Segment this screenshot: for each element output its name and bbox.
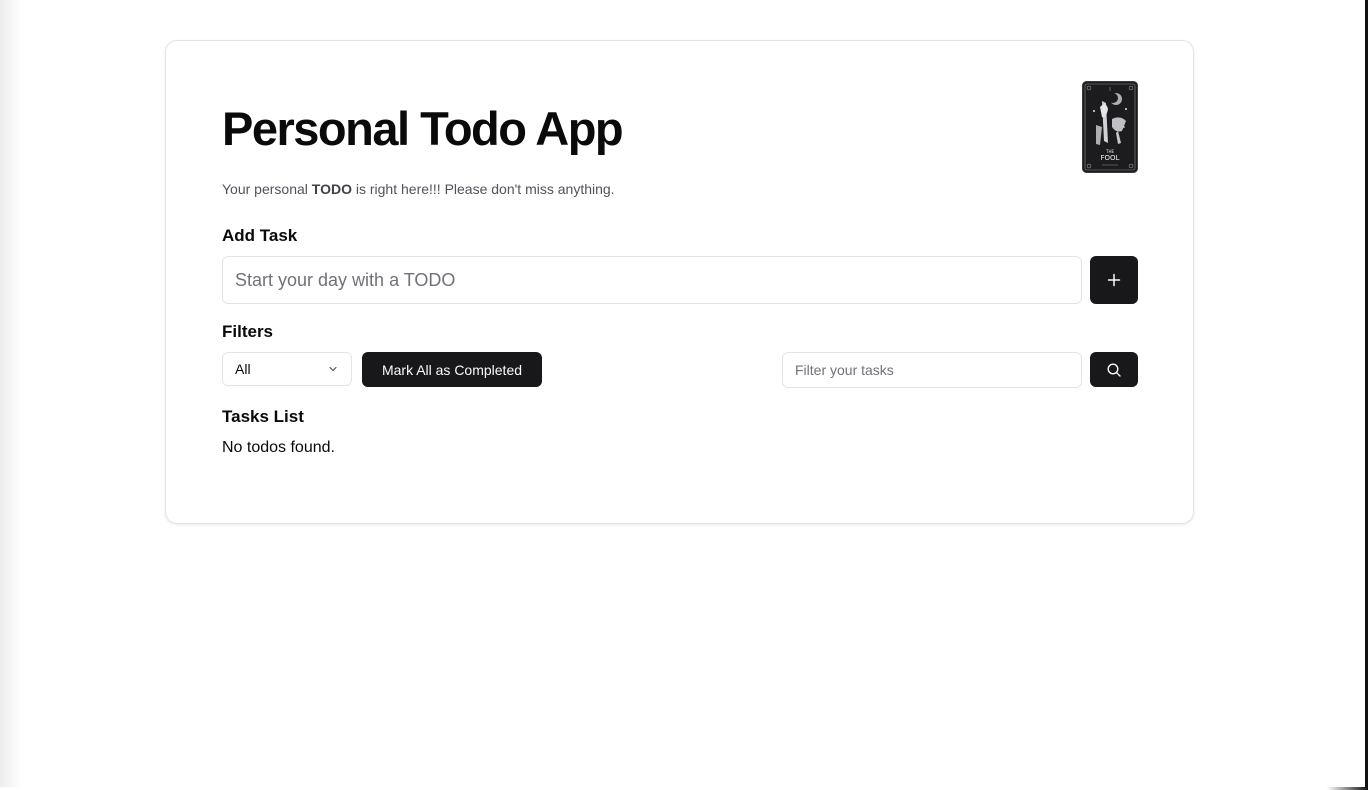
filters-label: Filters bbox=[222, 322, 274, 341]
subtitle-prefix: Your personal bbox=[222, 181, 312, 197]
app-viewport: Personal Todo App THE FOOL Your personal… bbox=[0, 0, 1368, 790]
mark-all-completed-button[interactable]: Mark All as Completed bbox=[362, 352, 542, 387]
subtitle-suffix: is right here!!! Please don't miss anyth… bbox=[351, 181, 615, 197]
chevron-down-icon bbox=[329, 366, 337, 372]
subtitle-emphasis: TODO bbox=[311, 181, 352, 197]
status-filter-select[interactable]: All bbox=[222, 352, 352, 386]
empty-tasks-message: No todos found. bbox=[222, 439, 335, 456]
status-filter-value: All bbox=[235, 361, 251, 377]
page-subtitle: Your personal TODO is right here!!! Plea… bbox=[222, 181, 615, 197]
tarot-card-the-fool-icon: THE FOOL bbox=[1082, 81, 1138, 173]
window-shadow bbox=[0, 0, 22, 790]
add-task-label: Add Task bbox=[222, 226, 298, 245]
plus-icon bbox=[1107, 273, 1121, 287]
todo-card: Personal Todo App THE FOOL Your personal… bbox=[165, 40, 1194, 524]
add-task-button[interactable] bbox=[1090, 256, 1138, 304]
svg-text:FOOL: FOOL bbox=[1101, 154, 1120, 162]
search-icon bbox=[1107, 362, 1121, 377]
add-task-input[interactable] bbox=[222, 256, 1082, 304]
filter-tasks-input[interactable] bbox=[782, 352, 1082, 388]
tasks-list-label: Tasks List bbox=[222, 407, 304, 426]
search-button[interactable] bbox=[1090, 352, 1138, 387]
page-title: Personal Todo App bbox=[222, 102, 624, 155]
